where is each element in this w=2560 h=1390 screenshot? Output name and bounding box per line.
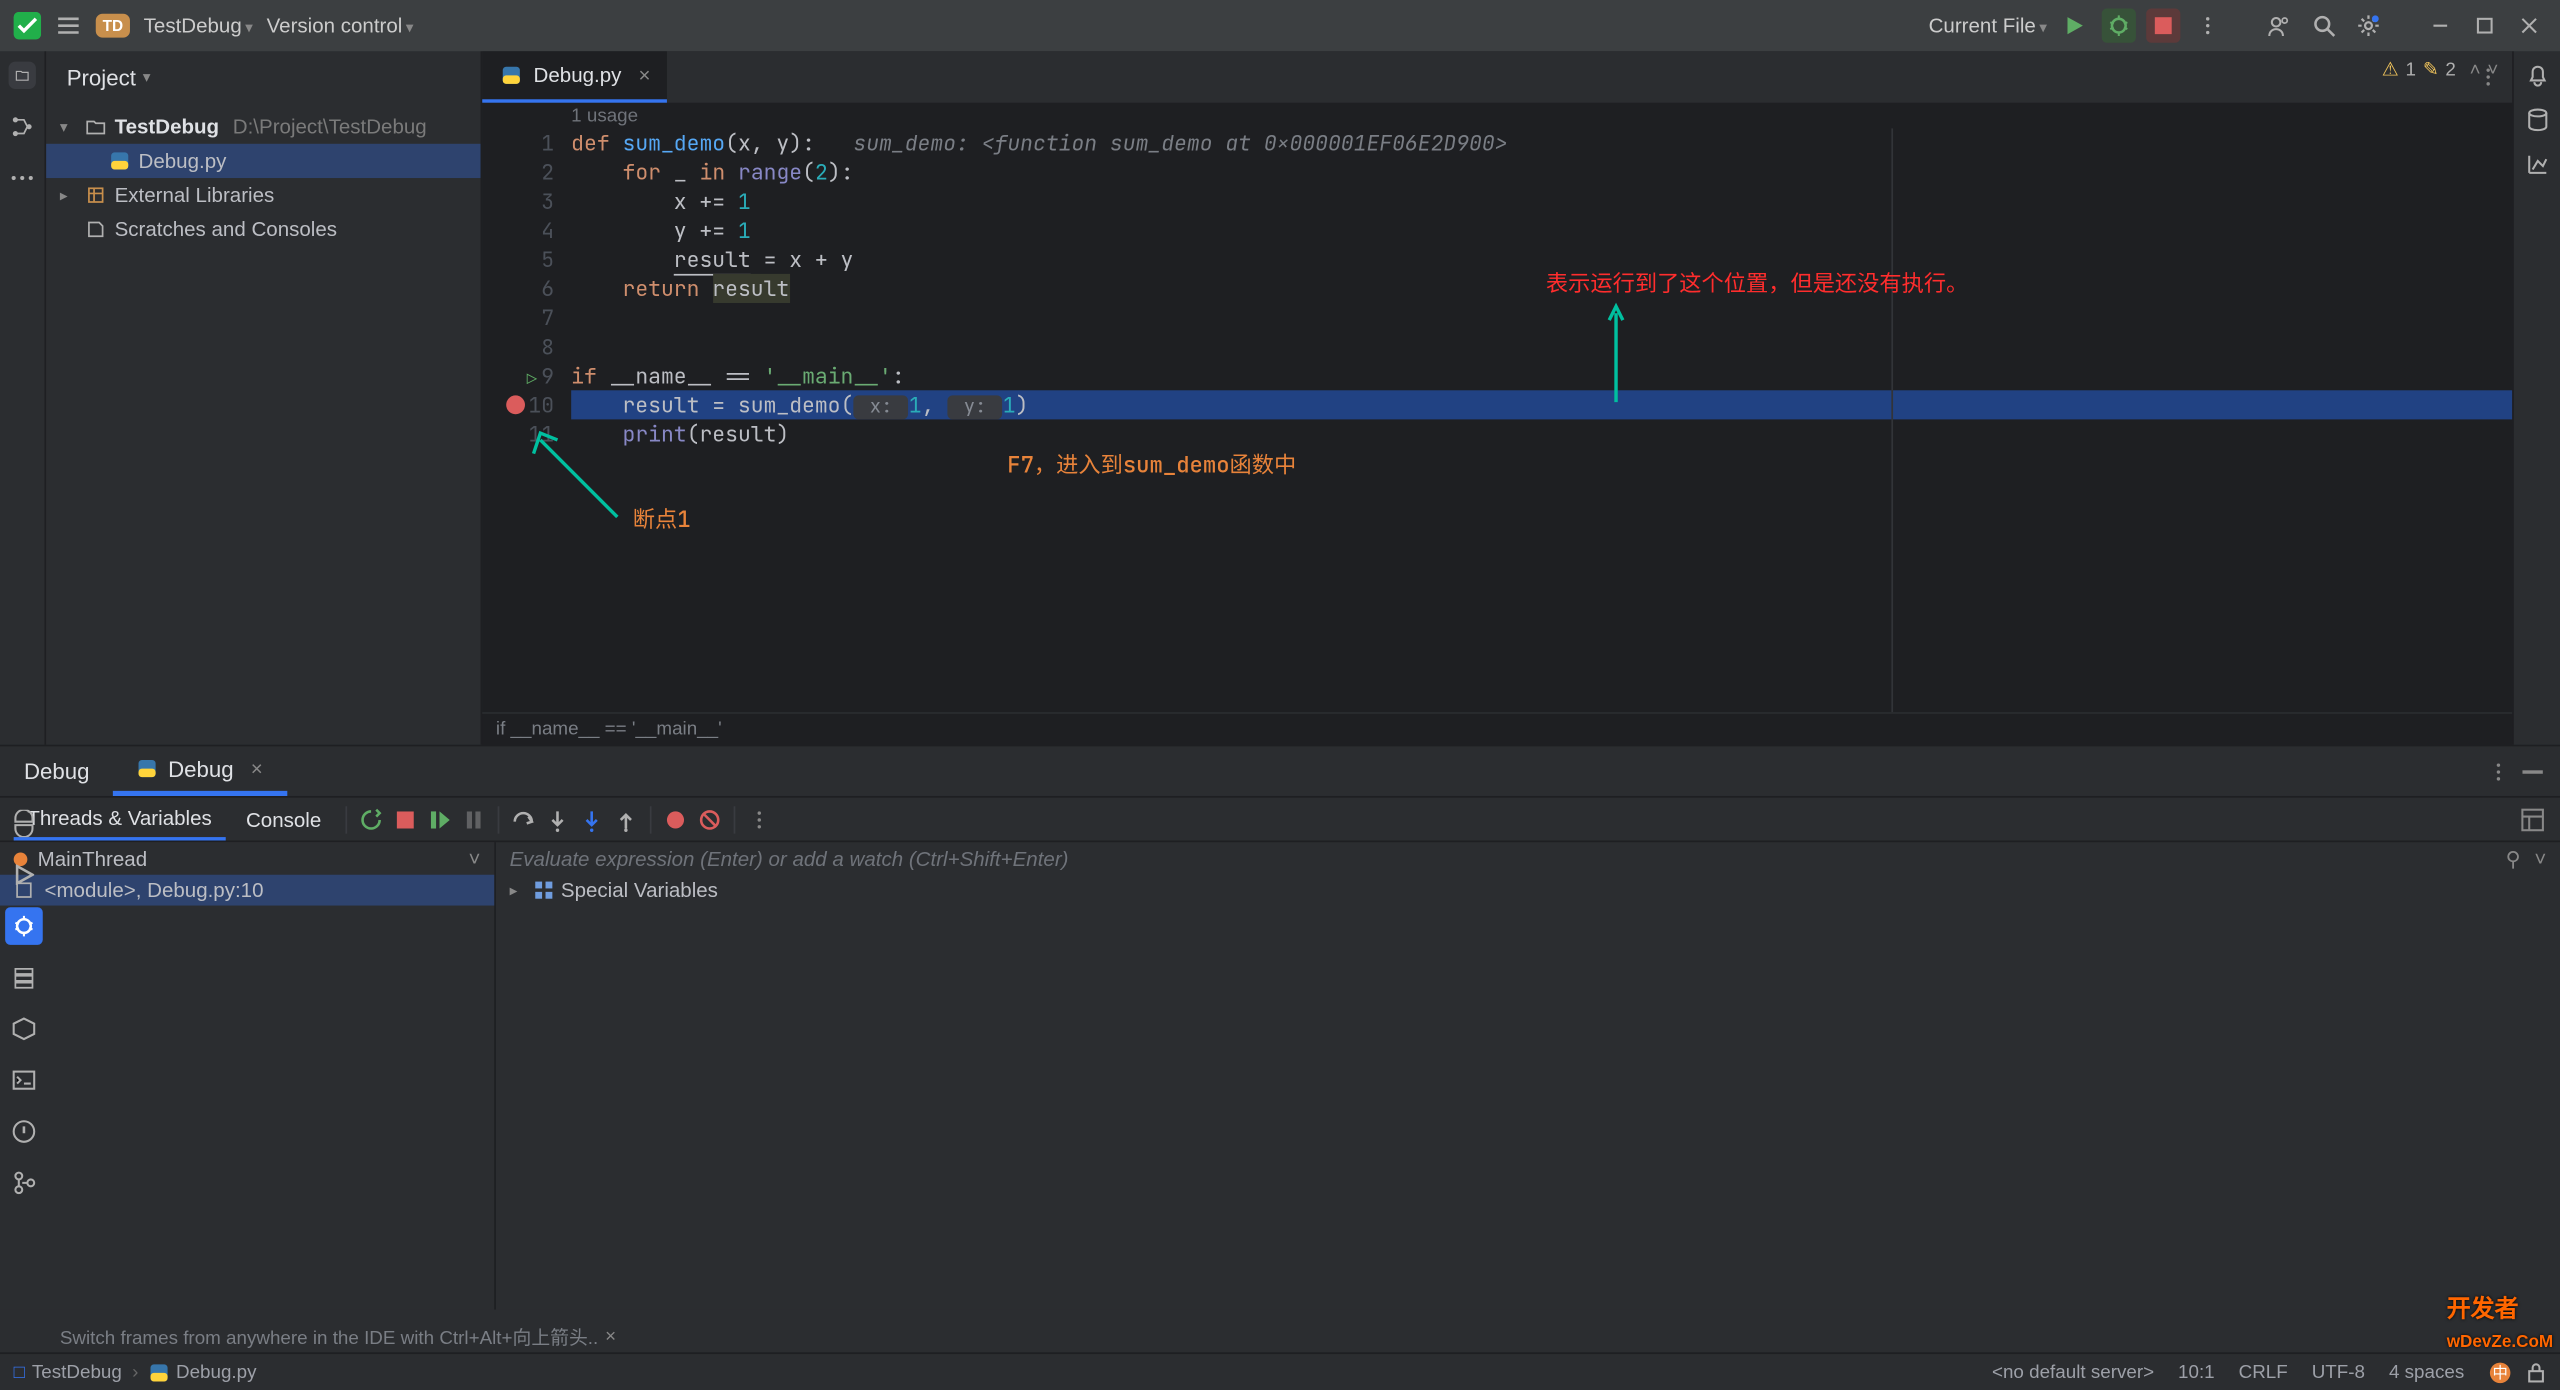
project-badge: TD [96,14,130,38]
database-icon[interactable] [2523,106,2550,133]
stop-button[interactable] [2146,9,2180,43]
more-toolwindows-icon[interactable] [9,164,36,191]
usages-hint[interactable]: 1 usage [482,103,2512,129]
vcs-icon[interactable] [4,1164,42,1202]
stop-icon[interactable] [391,805,418,832]
tab-close-icon[interactable]: × [639,63,651,87]
thread-selector[interactable]: MainThread ˅ [0,842,494,875]
resume-icon[interactable] [426,805,453,832]
terminal-icon[interactable] [4,1061,42,1099]
debug-panel-more-icon[interactable] [2488,761,2509,782]
breakpoint-icon[interactable] [506,395,525,414]
structure-toolwindow-icon[interactable] [9,113,36,140]
variables-pane: Evaluate expression (Enter) or add a wat… [496,842,2560,1309]
search-icon[interactable] [2307,9,2341,43]
crumb-file[interactable]: Debug.py [176,1362,257,1383]
statusbar: □ TestDebug › Debug.py <no default serve… [0,1352,2560,1390]
project-name-dropdown[interactable]: TestDebug▾ [144,14,253,38]
run-config-dropdown[interactable]: Current File▾ [1929,14,2047,38]
python-file-icon [149,1362,170,1383]
maximize-button[interactable] [2468,9,2502,43]
status-encoding[interactable]: UTF-8 [2312,1362,2365,1383]
notifications-icon[interactable] [2523,62,2550,89]
minimize-button[interactable] [2423,9,2457,43]
python-packages-icon[interactable] [4,805,42,843]
sciview-icon[interactable] [2523,151,2550,178]
debug-more-icon[interactable] [745,805,772,832]
tree-root[interactable]: ▾ TestDebug D:\Project\TestDebug [46,110,480,144]
step-out-icon[interactable] [612,805,639,832]
stack-frame[interactable]: <module>, Debug.py:10 [0,875,494,906]
step-over-icon[interactable] [509,805,536,832]
hint-close-icon[interactable]: × [605,1327,616,1348]
status-server[interactable]: <no default server> [1992,1362,2154,1383]
view-breakpoints-icon[interactable] [662,805,689,832]
ide-logo-icon [14,12,41,39]
main-menu-icon[interactable] [55,12,82,39]
debug-panel-hide-icon[interactable] [2522,768,2543,775]
step-into-icon[interactable] [544,805,571,832]
annotation-breakpoint: 断点1 [633,505,691,534]
services-icon[interactable] [4,1010,42,1048]
editor-pane: Debug.py × 1 usage ⚠1 ✎2 ˄˅ 1 2 3 4 5 6 … [482,51,2512,744]
run-button[interactable] [2057,9,2091,43]
titlebar: TD TestDebug▾ Version control▾ Current F… [0,0,2560,51]
debug-run-tab[interactable]: Debug× [113,746,286,796]
debug-toolwindow-icon[interactable] [4,907,42,945]
frames-pane: MainThread ˅ <module>, Debug.py:10 [0,842,496,1309]
editor-breadcrumb[interactable]: if __name__ == '__main__' [482,712,2512,745]
layout-settings-icon[interactable] [2519,805,2546,832]
code-editor[interactable]: 1 2 3 4 5 6 7 8 ▷9 10 11 def sum_demo(x,… [482,128,2512,712]
status-interpreter-icon[interactable]: 中 [2488,1360,2512,1384]
python-console-icon[interactable] [4,959,42,997]
annotation-mid: F7，进入到sum_demo函数中 [1007,450,1296,479]
status-lock-icon[interactable] [2526,1362,2547,1383]
right-tool-strip [2512,51,2560,744]
variable-group-icon [534,880,555,901]
variable-special[interactable]: ▸ Special Variables [496,875,2560,906]
console-subtab[interactable]: Console [232,800,335,838]
debug-button[interactable] [2102,9,2136,43]
svg-text:中: 中 [2492,1363,2507,1381]
debug-tab[interactable]: Debug [0,746,113,796]
project-crumb-icon: □ [14,1362,25,1383]
close-window-button[interactable] [2512,9,2546,43]
debug-panel: Debug Debug× Threads & Variables Console [0,745,2560,1310]
watch-input[interactable]: Evaluate expression (Enter) or add a wat… [496,842,2560,875]
current-execution-line: result = sum_demo( x: 1, y: 1) [571,390,2512,419]
project-pane: Project▾ ▾ TestDebug D:\Project\TestDebu… [46,51,482,744]
left-tool-strip-bottom [0,796,46,1207]
run-toolwindow-icon[interactable] [4,856,42,894]
crumb-project[interactable]: TestDebug [32,1362,122,1383]
more-actions-icon[interactable] [2191,9,2225,43]
gutter-line: 1 [482,128,554,157]
inspection-widget[interactable]: ⚠1 ✎2 ˄˅ [2382,58,2499,80]
collab-icon[interactable] [2262,9,2296,43]
project-pane-header[interactable]: Project▾ [46,51,480,102]
watermark-text: 开发者wDevZe.CoM [2447,1291,2553,1353]
debug-tab-close-icon[interactable]: × [251,757,263,781]
hint-row: Switch frames from anywhere in the IDE w… [0,1322,2560,1353]
tree-external-libraries[interactable]: ▸ External Libraries [46,178,480,212]
pause-icon[interactable] [460,805,487,832]
status-indent[interactable]: 4 spaces [2389,1362,2464,1383]
status-eol[interactable]: CRLF [2239,1362,2288,1383]
step-into-my-code-icon[interactable] [578,805,605,832]
status-caret-pos[interactable]: 10:1 [2178,1362,2215,1383]
mute-breakpoints-icon[interactable] [696,805,723,832]
left-tool-strip-top [0,51,46,744]
vcs-dropdown[interactable]: Version control▾ [267,14,414,38]
settings-icon[interactable] [2351,9,2385,43]
problems-icon[interactable] [4,1113,42,1151]
rerun-icon[interactable] [357,805,384,832]
tree-file-debug-py[interactable]: Debug.py [46,144,480,178]
editor-tab-debug-py[interactable]: Debug.py × [482,51,667,102]
tree-scratches[interactable]: ▸ Scratches and Consoles [46,212,480,246]
project-toolwindow-icon[interactable] [9,62,36,89]
